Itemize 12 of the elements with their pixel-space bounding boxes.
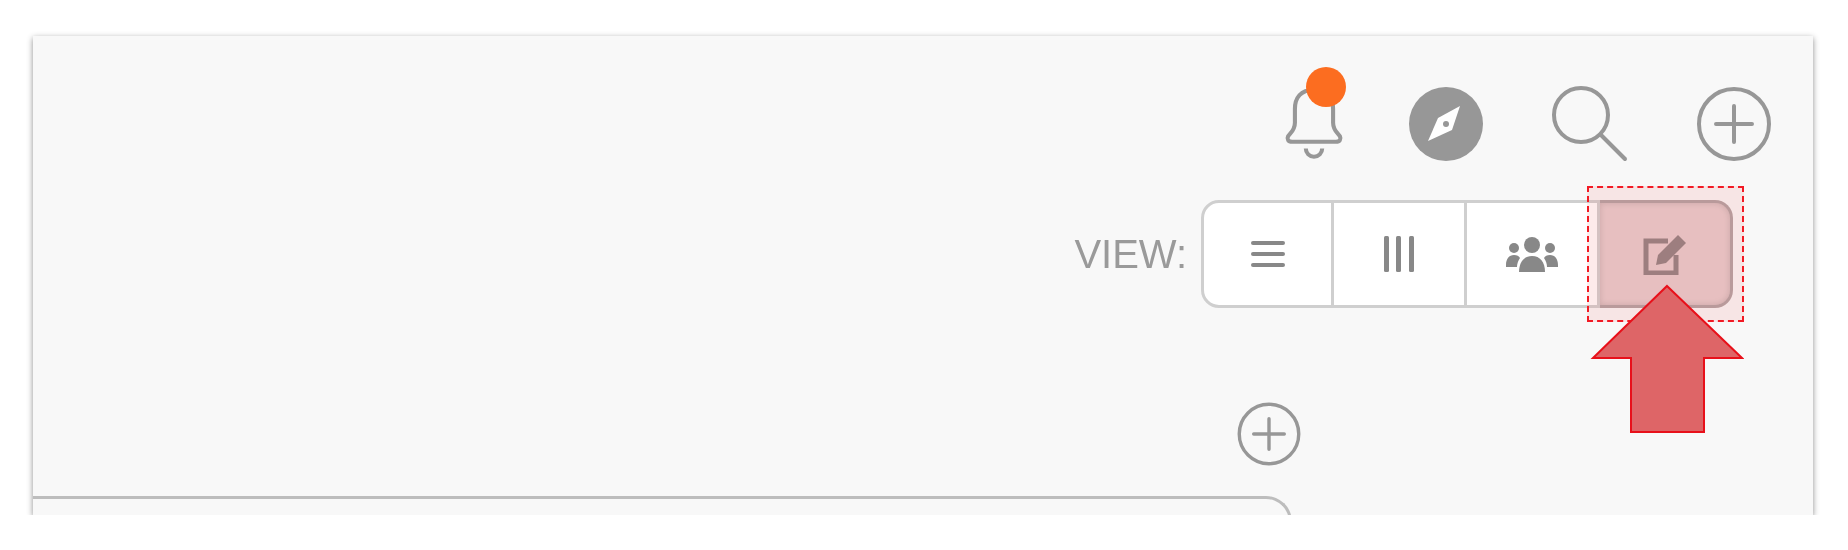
add-icon[interactable]	[1696, 86, 1772, 162]
list-icon	[1250, 240, 1285, 268]
view-label: VIEW:	[1074, 231, 1187, 277]
people-icon	[1506, 236, 1558, 272]
columns-icon	[1382, 235, 1416, 273]
view-option[interactable]	[1201, 200, 1334, 308]
compass-icon[interactable]	[1408, 86, 1484, 162]
add-icon[interactable]	[1236, 401, 1302, 467]
edit-icon	[1642, 233, 1688, 275]
view-option[interactable]	[1600, 200, 1733, 308]
view-option[interactable]	[1467, 200, 1600, 308]
view-option[interactable]	[1334, 200, 1467, 308]
